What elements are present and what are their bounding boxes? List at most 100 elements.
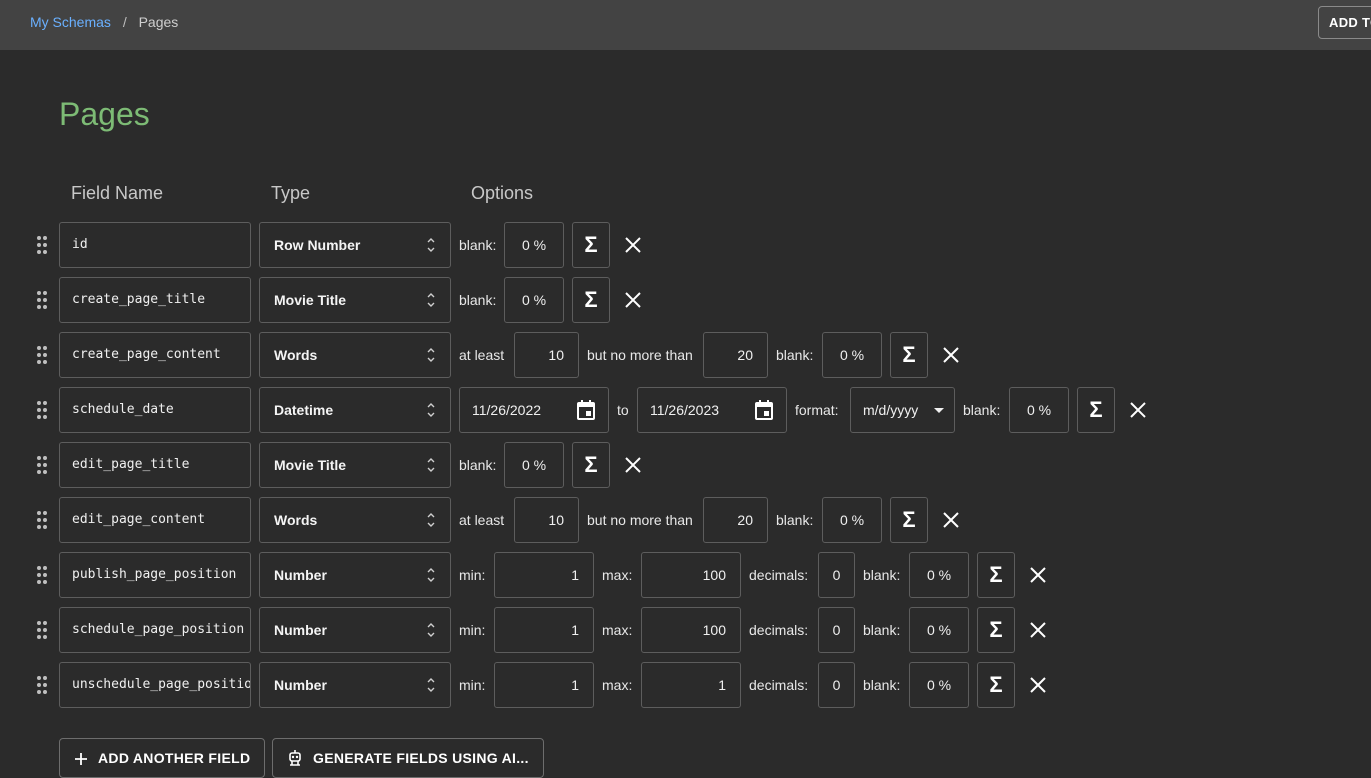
no-more-than-input[interactable]: 20 — [703, 332, 768, 378]
field-name-input[interactable]: unschedule_page_position — [59, 662, 251, 708]
field-type-value: Number — [274, 677, 327, 693]
blank-label: blank: — [776, 512, 814, 528]
column-header-options: Options — [471, 183, 534, 203]
drag-handle-icon[interactable] — [37, 511, 49, 531]
decimals-input[interactable]: 0 — [818, 552, 855, 598]
field-type-select[interactable]: Number — [259, 662, 451, 708]
generate-fields-ai-button[interactable]: GENERATE FIELDS USING AI... — [272, 738, 544, 778]
drag-handle-icon[interactable] — [37, 621, 49, 641]
max-input[interactable]: 100 — [641, 607, 741, 653]
max-input[interactable]: 100 — [641, 552, 741, 598]
field-type-select[interactable]: Number — [259, 607, 451, 653]
calendar-icon[interactable] — [576, 399, 596, 421]
blank-percent-input[interactable]: 0 % — [504, 442, 564, 488]
blank-label: blank: — [776, 347, 814, 363]
at-least-label: at least — [459, 347, 505, 363]
field-type-value: Movie Title — [274, 457, 347, 473]
chevron-updown-icon — [427, 238, 435, 252]
no-more-than-input[interactable]: 20 — [703, 497, 768, 543]
field-name-input[interactable]: create_page_title — [59, 277, 251, 323]
blank-label: blank: — [459, 457, 497, 473]
close-icon[interactable] — [1126, 398, 1150, 422]
drag-handle-icon[interactable] — [37, 236, 49, 256]
field-name-input[interactable]: create_page_content — [59, 332, 251, 378]
field-row: edit_page_title Movie Title blank: 0 % Σ — [0, 442, 1371, 488]
field-name-input[interactable]: id — [59, 222, 251, 268]
decimals-label: decimals: — [749, 677, 809, 693]
calendar-icon[interactable] — [754, 399, 774, 421]
sigma-formula-button[interactable]: Σ — [572, 442, 610, 488]
field-name-input[interactable]: schedule_page_position — [59, 607, 251, 653]
breadcrumb-current: Pages — [138, 14, 179, 30]
sigma-formula-button[interactable]: Σ — [572, 277, 610, 323]
field-type-value: Words — [274, 512, 318, 528]
at-least-input[interactable]: 10 — [514, 332, 579, 378]
date-to-input[interactable]: 11/26/2023 — [637, 387, 787, 433]
drag-handle-icon[interactable] — [37, 401, 49, 421]
drag-handle-icon[interactable] — [37, 346, 49, 366]
add-to-button[interactable]: ADD TO — [1318, 6, 1371, 39]
close-icon[interactable] — [1026, 563, 1050, 587]
field-type-select[interactable]: Number — [259, 552, 451, 598]
format-select[interactable]: m/d/yyyy — [850, 387, 955, 433]
field-row: publish_page_position Number min: 1 max:… — [0, 552, 1371, 598]
add-another-field-button[interactable]: ADD ANOTHER FIELD — [59, 738, 266, 778]
field-type-select[interactable]: Movie Title — [259, 277, 451, 323]
field-type-select[interactable]: Row Number — [259, 222, 451, 268]
min-input[interactable]: 1 — [494, 552, 594, 598]
drag-handle-icon[interactable] — [37, 676, 49, 696]
close-icon[interactable] — [621, 288, 645, 312]
breadcrumb-my-schemas-link[interactable]: My Schemas — [30, 14, 111, 30]
blank-percent-input[interactable]: 0 % — [822, 497, 882, 543]
max-input[interactable]: 1 — [641, 662, 741, 708]
date-from-input[interactable]: 11/26/2022 — [459, 387, 609, 433]
decimals-input[interactable]: 0 — [818, 662, 855, 708]
field-name-input[interactable]: edit_page_title — [59, 442, 251, 488]
close-icon[interactable] — [621, 453, 645, 477]
field-type-value: Number — [274, 567, 327, 583]
field-type-select[interactable]: Datetime — [259, 387, 451, 433]
sigma-formula-button[interactable]: Σ — [572, 222, 610, 268]
decimals-input[interactable]: 0 — [818, 607, 855, 653]
close-icon[interactable] — [939, 508, 963, 532]
field-name-input[interactable]: schedule_date — [59, 387, 251, 433]
field-type-value: Movie Title — [274, 292, 347, 308]
field-type-value: Words — [274, 347, 318, 363]
field-type-select[interactable]: Movie Title — [259, 442, 451, 488]
blank-percent-input[interactable]: 0 % — [504, 277, 564, 323]
chevron-updown-icon — [427, 623, 435, 637]
blank-percent-input[interactable]: 0 % — [504, 222, 564, 268]
close-icon[interactable] — [621, 233, 645, 257]
field-type-select[interactable]: Words — [259, 332, 451, 378]
at-least-input[interactable]: 10 — [514, 497, 579, 543]
sigma-formula-button[interactable]: Σ — [977, 662, 1015, 708]
blank-percent-input[interactable]: 0 % — [909, 607, 969, 653]
close-icon[interactable] — [1026, 618, 1050, 642]
close-icon[interactable] — [939, 343, 963, 367]
drag-handle-icon[interactable] — [37, 566, 49, 586]
drag-handle-icon[interactable] — [37, 456, 49, 476]
blank-percent-input[interactable]: 0 % — [909, 552, 969, 598]
date-to-value: 11/26/2023 — [650, 402, 720, 418]
at-least-label: at least — [459, 512, 505, 528]
field-row: create_page_title Movie Title blank: 0 %… — [0, 277, 1371, 323]
chevron-updown-icon — [427, 678, 435, 692]
blank-percent-input[interactable]: 0 % — [822, 332, 882, 378]
sigma-formula-button[interactable]: Σ — [977, 607, 1015, 653]
sigma-formula-button[interactable]: Σ — [1077, 387, 1115, 433]
min-input[interactable]: 1 — [494, 607, 594, 653]
field-name-input[interactable]: edit_page_content — [59, 497, 251, 543]
sigma-formula-button[interactable]: Σ — [890, 332, 928, 378]
column-header-type: Type — [271, 183, 311, 203]
decimals-label: decimals: — [749, 622, 809, 638]
field-name-input[interactable]: publish_page_position — [59, 552, 251, 598]
date-from-value: 11/26/2022 — [472, 402, 542, 418]
sigma-formula-button[interactable]: Σ — [890, 497, 928, 543]
close-icon[interactable] — [1026, 673, 1050, 697]
blank-percent-input[interactable]: 0 % — [909, 662, 969, 708]
field-type-select[interactable]: Words — [259, 497, 451, 543]
min-input[interactable]: 1 — [494, 662, 594, 708]
blank-percent-input[interactable]: 0 % — [1009, 387, 1069, 433]
drag-handle-icon[interactable] — [37, 291, 49, 311]
sigma-formula-button[interactable]: Σ — [977, 552, 1015, 598]
